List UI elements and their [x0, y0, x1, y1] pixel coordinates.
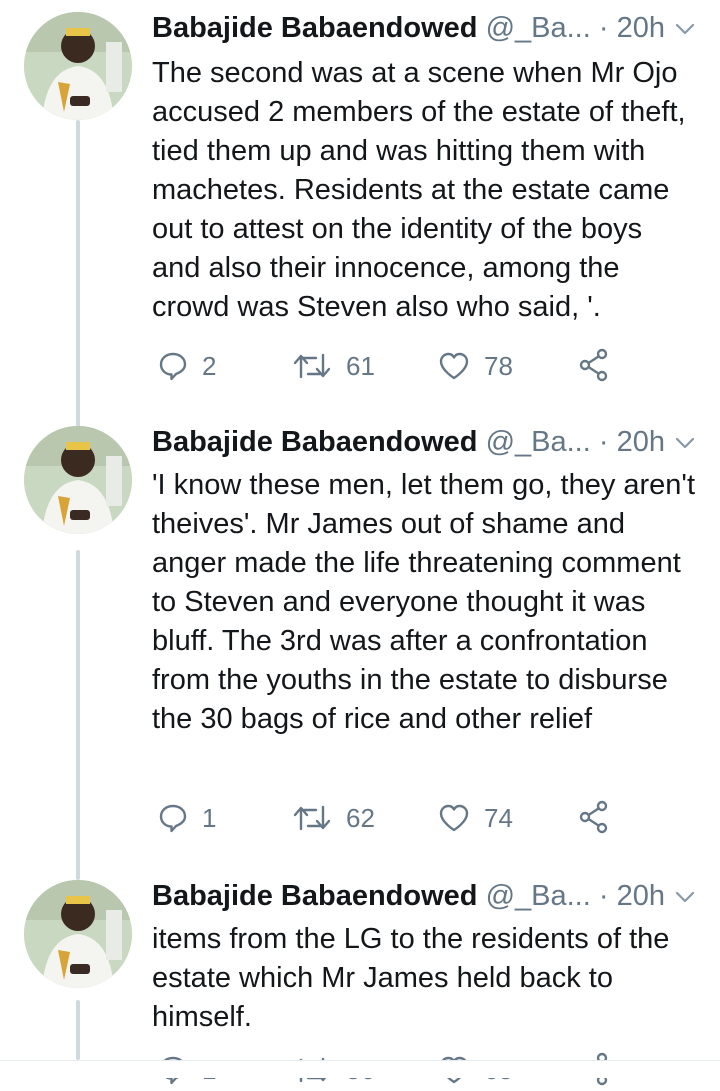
retweet-icon	[293, 805, 331, 831]
separator-dot: ·	[598, 426, 609, 458]
avatar[interactable]	[24, 426, 132, 534]
tweet-header: Babajide Babaendowed @_Ba... · 20h	[152, 874, 712, 918]
heart-icon	[439, 352, 469, 380]
retweet-button[interactable]: 61	[292, 346, 375, 386]
share-button[interactable]	[578, 348, 610, 387]
reply-icon	[159, 352, 187, 381]
separator-dot: ·	[598, 880, 609, 912]
chevron-down-icon[interactable]	[674, 432, 696, 459]
retweet-count: 61	[346, 350, 375, 381]
chevron-down-icon[interactable]	[674, 18, 696, 45]
author-handle[interactable]: @_Ba...	[486, 426, 591, 458]
tweet-header: Babajide Babaendowed @_Ba... · 20h	[152, 6, 712, 50]
reply-icon	[159, 804, 187, 833]
author-name[interactable]: Babajide Babaendowed	[152, 426, 478, 458]
tweet-text: 'I know these men, let them go, they are…	[152, 469, 696, 735]
like-count: 74	[484, 802, 513, 833]
tweet-actions: 2 61 78	[152, 346, 692, 386]
reply-count: 2	[202, 350, 217, 381]
reply-button[interactable]: 2	[158, 346, 216, 386]
author-name[interactable]: Babajide Babaendowed	[152, 12, 478, 44]
like-button[interactable]: 74	[438, 798, 513, 838]
tweet-text: items from the LG to the residents of th…	[152, 923, 670, 1033]
separator-dot: ·	[598, 12, 609, 44]
tweet-actions: 1 62 74	[152, 798, 692, 838]
share-button[interactable]	[578, 800, 610, 839]
like-count: 78	[484, 350, 513, 381]
reply-button[interactable]: 1	[158, 798, 216, 838]
share-icon	[579, 800, 608, 834]
tweet-text: The second was at a scene when Mr Ojo ac…	[152, 57, 686, 323]
timestamp[interactable]: 20h	[617, 426, 665, 458]
bottom-edge	[0, 1060, 720, 1078]
timestamp[interactable]: 20h	[617, 12, 665, 44]
reply-count: 1	[202, 802, 217, 833]
author-handle[interactable]: @_Ba...	[486, 880, 591, 912]
share-icon	[579, 348, 608, 382]
retweet-count: 62	[346, 802, 375, 833]
like-button[interactable]: 78	[438, 346, 513, 386]
avatar[interactable]	[24, 880, 132, 988]
author-handle[interactable]: @_Ba...	[486, 12, 591, 44]
tweet[interactable]: Babajide Babaendowed @_Ba... · 20h The s…	[0, 6, 720, 406]
tweet-header: Babajide Babaendowed @_Ba... · 20h	[152, 420, 712, 464]
retweet-button[interactable]: 62	[292, 798, 375, 838]
author-name[interactable]: Babajide Babaendowed	[152, 880, 478, 912]
avatar[interactable]	[24, 12, 132, 120]
heart-icon	[439, 804, 469, 832]
retweet-icon	[293, 353, 331, 379]
timestamp[interactable]: 20h	[617, 880, 665, 912]
chevron-down-icon[interactable]	[674, 886, 696, 913]
tweet[interactable]: Babajide Babaendowed @_Ba... · 20h items…	[0, 874, 720, 1086]
tweet[interactable]: Babajide Babaendowed @_Ba... · 20h 'I kn…	[0, 420, 720, 850]
